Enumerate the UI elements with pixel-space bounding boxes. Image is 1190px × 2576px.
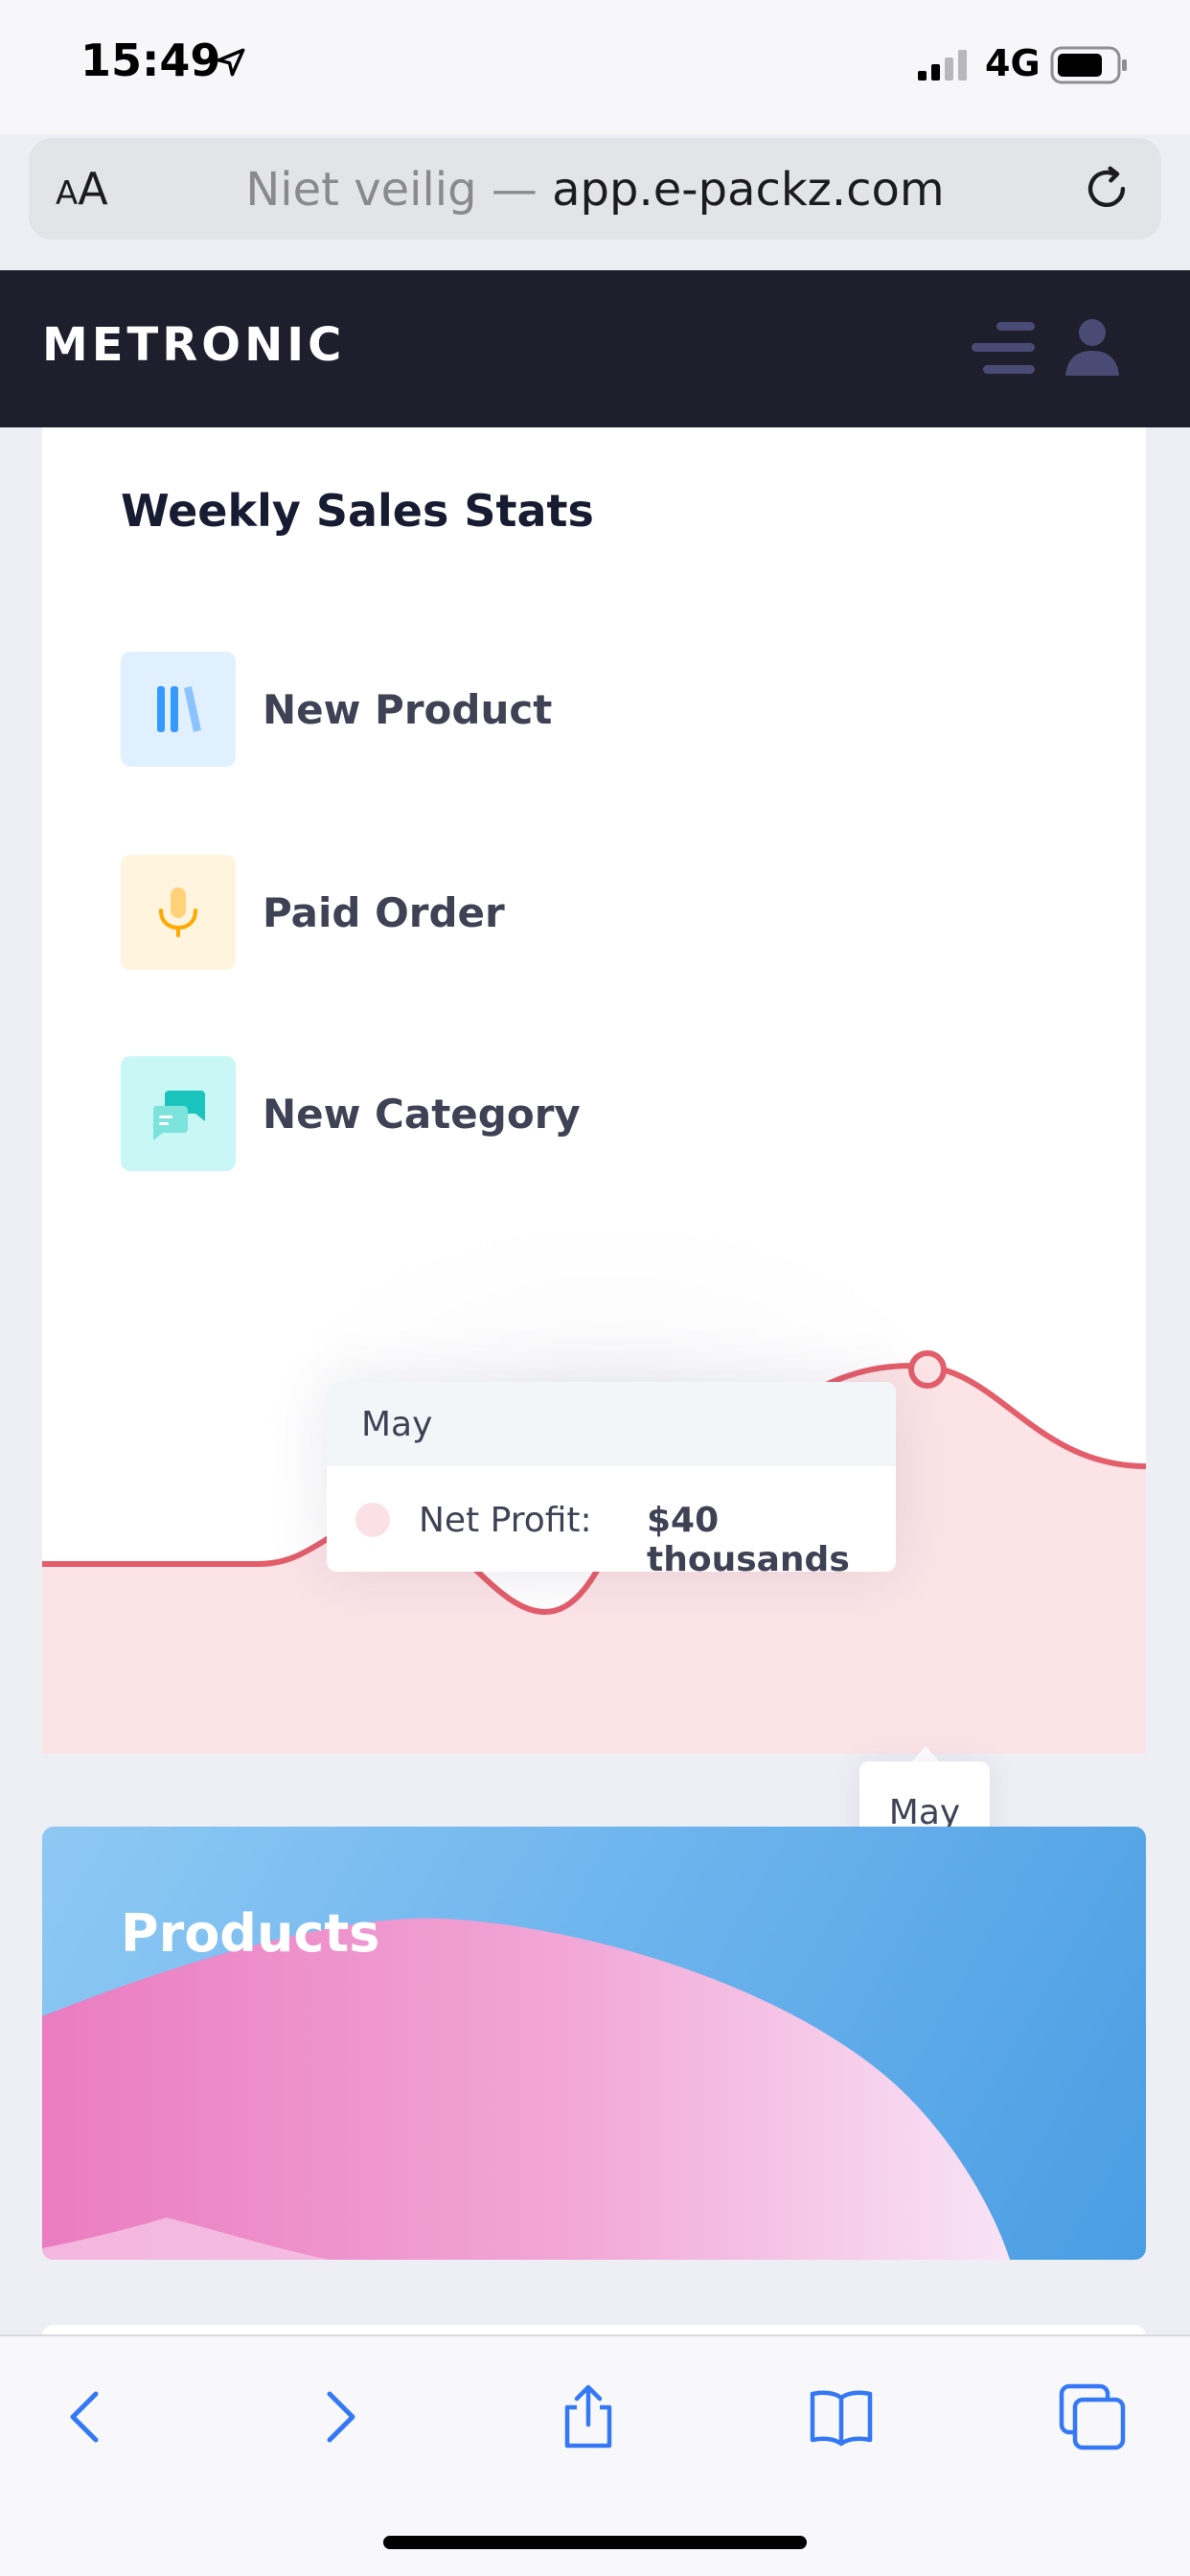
- chart-tooltip: May Net Profit: $40 thousands: [327, 1382, 896, 1579]
- bookmarks-icon[interactable]: [807, 2382, 876, 2451]
- products-background-art: [42, 1918, 1010, 2260]
- share-icon[interactable]: [554, 2382, 623, 2451]
- network-type: 4G: [985, 42, 1041, 84]
- forward-icon[interactable]: [303, 2382, 372, 2451]
- series-marker: [355, 1503, 390, 1537]
- products-title: Products: [121, 1903, 380, 1964]
- chart-marker-may[interactable]: [908, 1350, 947, 1389]
- weekly-sales-card: Weekly Sales Stats New Product Paid Orde…: [42, 427, 1146, 1754]
- stat-item-new-product[interactable]: New Product: [121, 652, 791, 769]
- stat-icon-box: [121, 652, 236, 767]
- library-icon: [157, 686, 201, 732]
- url-text[interactable]: Niet veilig — app.e-packz.com: [29, 163, 1161, 217]
- back-icon[interactable]: [54, 2382, 123, 2451]
- app-header: METRONIC: [0, 270, 1190, 427]
- location-arrow-icon: [217, 48, 245, 77]
- signal-icon: [918, 50, 967, 80]
- security-warning: Niet veilig —: [245, 163, 538, 217]
- menu-icon[interactable]: [968, 318, 1039, 378]
- products-card[interactable]: Products: [42, 1827, 1146, 2260]
- chat-icon: [153, 1091, 205, 1140]
- microphone-icon: [159, 887, 197, 937]
- stat-item-paid-order[interactable]: Paid Order: [121, 855, 791, 972]
- status-bar: 15:49 4G: [0, 0, 1190, 134]
- address-bar[interactable]: AA Niet veilig — app.e-packz.com: [29, 138, 1161, 240]
- url-domain: app.e-packz.com: [552, 163, 945, 217]
- card-title: Weekly Sales Stats: [121, 485, 594, 537]
- tooltip-category: May: [327, 1382, 896, 1466]
- stat-label: New Category: [263, 1091, 581, 1138]
- tooltip-value: $40 thousands: [647, 1501, 850, 1579]
- tabs-icon[interactable]: [1058, 2382, 1127, 2451]
- stat-item-new-category[interactable]: New Category: [121, 1056, 791, 1173]
- stat-label: New Product: [263, 686, 553, 733]
- home-indicator: [383, 2536, 807, 2549]
- screen: 15:49 4G AA Niet veilig — app.e-packz.co…: [0, 0, 1190, 2576]
- battery-icon: [1050, 46, 1127, 84]
- reload-icon[interactable]: [1079, 161, 1134, 217]
- user-icon[interactable]: [1064, 316, 1121, 378]
- stat-label: Paid Order: [263, 889, 505, 936]
- brand-logo[interactable]: METRONIC: [42, 318, 345, 372]
- stat-icon-box: [121, 855, 236, 970]
- status-time: 15:49: [80, 34, 221, 86]
- tooltip-series-label: Net Profit:: [419, 1501, 592, 1540]
- tooltip-body: Net Profit: $40 thousands: [327, 1466, 896, 1579]
- stat-icon-box: [121, 1056, 236, 1171]
